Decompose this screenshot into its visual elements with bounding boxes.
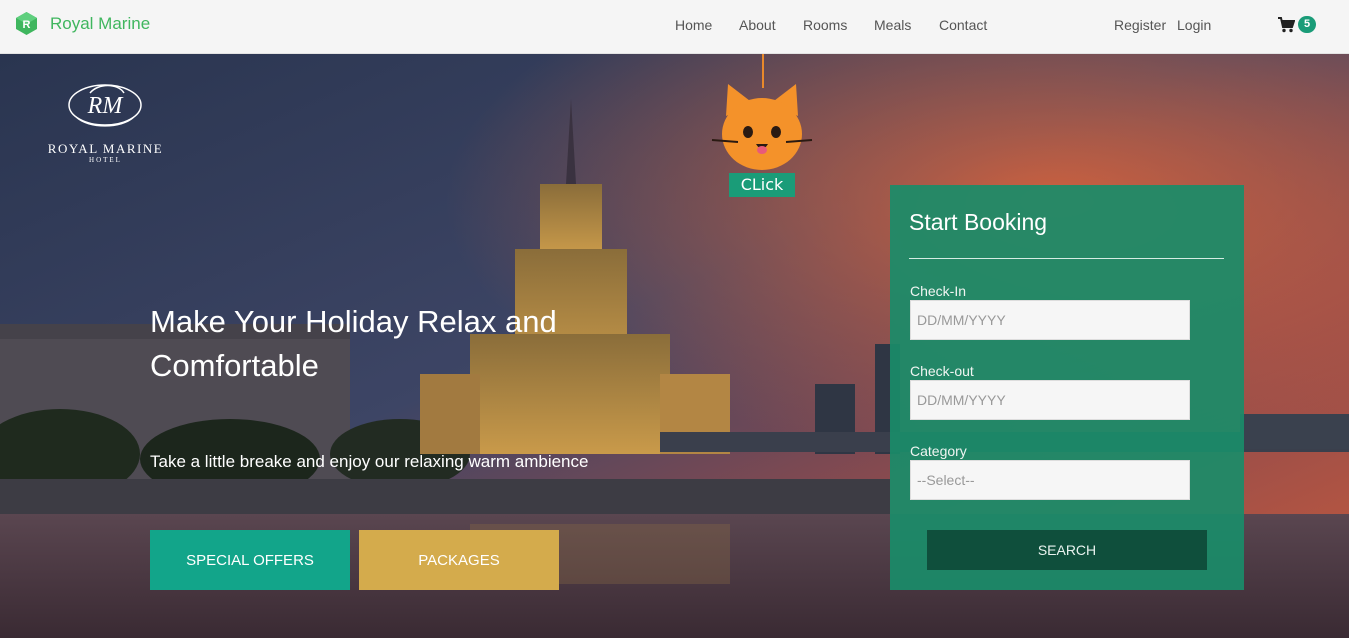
navbar: R Royal Marine Home About Rooms Meals Co… [0,0,1349,54]
cart-button[interactable]: 5 [1278,16,1317,33]
booking-panel: Start Booking Check-In DD/MM/YYYY Check-… [890,185,1244,590]
nav-home[interactable]: Home [675,17,712,33]
booking-title: Start Booking [909,209,1048,235]
checkin-input[interactable]: DD/MM/YYYY [910,300,1190,340]
nav-rooms[interactable]: Rooms [803,17,847,33]
hotel-logo-name: ROYAL MARINE [47,141,164,156]
checkin-label: Check-In [910,283,967,299]
svg-text:RM: RM [87,93,125,119]
nav-about[interactable]: About [739,17,776,33]
cat-icon[interactable] [710,82,814,174]
cart-icon [1278,16,1295,32]
hotel-monogram-icon: RM [68,84,142,127]
svg-text:R: R [23,19,31,31]
checkout-input[interactable]: DD/MM/YYYY [910,380,1190,420]
nav-contact[interactable]: Contact [939,17,987,33]
hotel-logo-subtitle: HOTEL [89,156,122,164]
checkout-label: Check-out [910,363,974,379]
special-offers-button[interactable]: SPECIAL OFFERS [150,530,350,590]
hero-section: RM ROYAL MARINE HOTEL CLick Make Your Ho… [0,54,1349,638]
hero-subtitle: Take a little breake and enjoy our relax… [150,452,589,471]
search-button[interactable]: SEARCH [927,530,1207,570]
brand-logo-icon: R [16,12,37,35]
nav-meals[interactable]: Meals [874,17,911,33]
nav-login[interactable]: Login [1177,17,1211,33]
booking-divider [909,258,1224,259]
category-label: Category [910,443,967,459]
brand-link[interactable]: R Royal Marine [14,11,150,36]
brand-name: Royal Marine [50,13,151,33]
cat-click-label[interactable]: CLick [729,173,795,197]
hero-title: Make Your Holiday Relax and Comfortable [150,304,557,383]
packages-button[interactable]: PACKAGES [359,530,559,590]
category-select[interactable]: --Select-- [910,460,1190,500]
cart-count-badge: 5 [1298,16,1317,33]
hotel-logo[interactable]: RM ROYAL MARINE HOTEL [28,69,188,164]
nav-register[interactable]: Register [1114,17,1166,33]
